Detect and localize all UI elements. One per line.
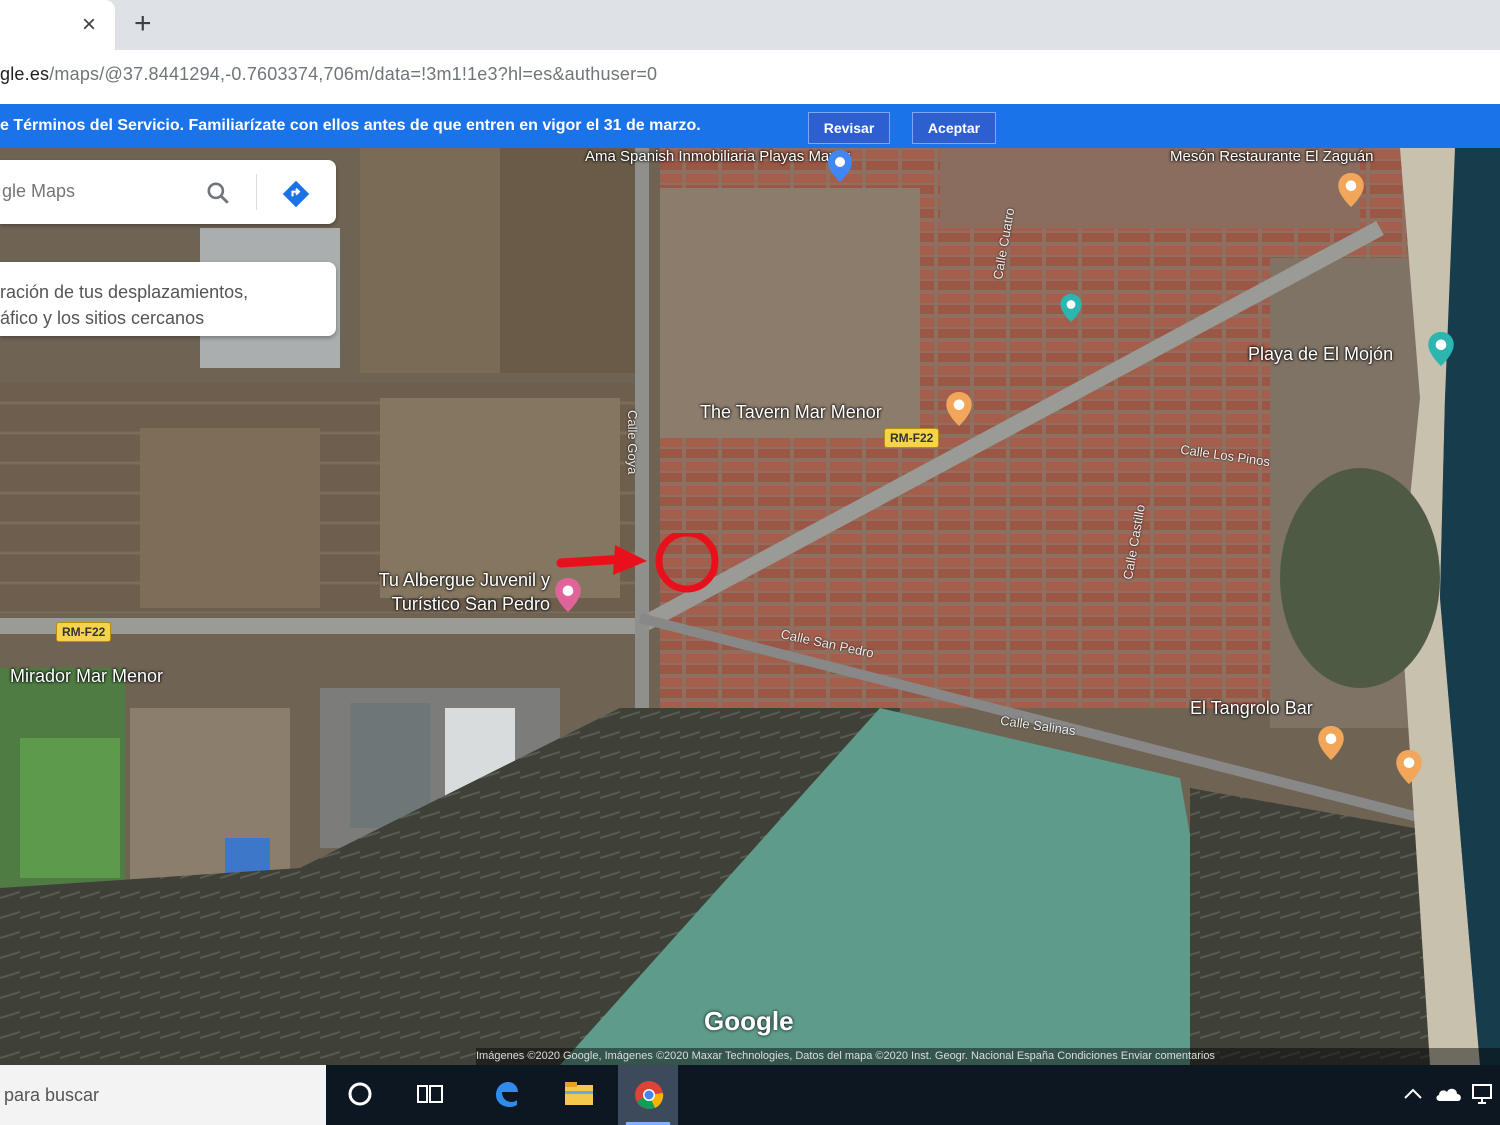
beach-marker-icon[interactable] [1428,332,1454,366]
satellite-map[interactable]: ración de tus desplazamientos, áfico y l… [0,148,1500,1065]
url-text[interactable]: gle.es/maps/@37.8441294,-0.7603374,706m/… [0,64,657,85]
tab-close-icon[interactable]: × [82,12,96,38]
maps-tip-card[interactable]: ración de tus desplazamientos, áfico y l… [0,262,336,336]
accept-button[interactable]: Aceptar [912,112,996,144]
file-explorer-icon[interactable] [548,1065,608,1125]
terms-infobar: e Términos del Servicio. Familiarízate c… [0,104,1500,148]
place-label[interactable]: Mirador Mar Menor [10,666,163,687]
chrome-icon[interactable] [618,1065,678,1125]
place-label[interactable]: El Tangrolo Bar [1190,698,1313,719]
network-icon[interactable] [1470,1081,1496,1107]
url-host: gle.es [0,64,50,84]
pool-marker-icon[interactable] [1060,294,1082,322]
place-marker-teal-icon[interactable] [828,150,852,182]
bar-marker-icon[interactable] [946,392,972,426]
place-label[interactable]: Ama Spanish Inmobiliaria Playas Mayor [585,148,850,165]
maps-search-box[interactable] [0,160,336,224]
taskbar-search-text: para buscar [4,1085,100,1105]
red-annotation-arrow-icon [556,533,719,593]
road-label: Calle Goya [625,410,640,475]
onedrive-icon[interactable] [1434,1085,1464,1103]
search-icon[interactable] [205,180,231,206]
place-label[interactable]: Tu Albergue Juvenil y Turístico San Pedr… [320,568,550,616]
restaurant-marker-icon[interactable] [1338,173,1364,207]
edge-icon[interactable] [476,1065,536,1125]
bar-marker-icon[interactable] [1318,726,1344,760]
taskbar-search-box[interactable]: para buscar [0,1065,326,1125]
tip-line-1: ración de tus desplazamientos, [0,282,249,302]
map-attribution[interactable]: Imágenes ©2020 Google, Imágenes ©2020 Ma… [476,1048,1500,1065]
google-logo: Google [704,1006,794,1036]
search-input[interactable] [0,180,194,203]
road-badge: RM-F22 [884,428,940,448]
infobar-text: e Términos del Servicio. Familiarízate c… [0,117,701,134]
review-button[interactable]: Revisar [808,112,890,144]
address-bar[interactable]: gle.es/maps/@37.8441294,-0.7603374,706m/… [0,50,1500,105]
cortana-icon[interactable] [330,1065,390,1125]
windows-taskbar: para buscar [0,1065,1500,1125]
place-label[interactable]: Playa de El Mojón [1248,344,1393,365]
search-divider [256,174,257,210]
road-badge: RM-F22 [56,622,112,642]
browser-tab[interactable]: × [0,0,115,50]
tab-strip: × + [0,0,1500,50]
place-label[interactable]: The Tavern Mar Menor [700,402,882,423]
url-path: /maps/@37.8441294,-0.7603374,706m/data=!… [49,64,658,84]
bar-marker-icon[interactable] [1396,750,1422,784]
new-tab-icon[interactable]: + [134,8,152,40]
task-view-icon[interactable] [400,1065,460,1125]
tip-line-2: áfico y los sitios cercanos [0,308,205,328]
chevron-up-icon[interactable] [1402,1087,1424,1101]
place-label[interactable]: Mesón Restaurante El Zaguán [1170,148,1373,165]
directions-icon[interactable] [282,180,310,208]
